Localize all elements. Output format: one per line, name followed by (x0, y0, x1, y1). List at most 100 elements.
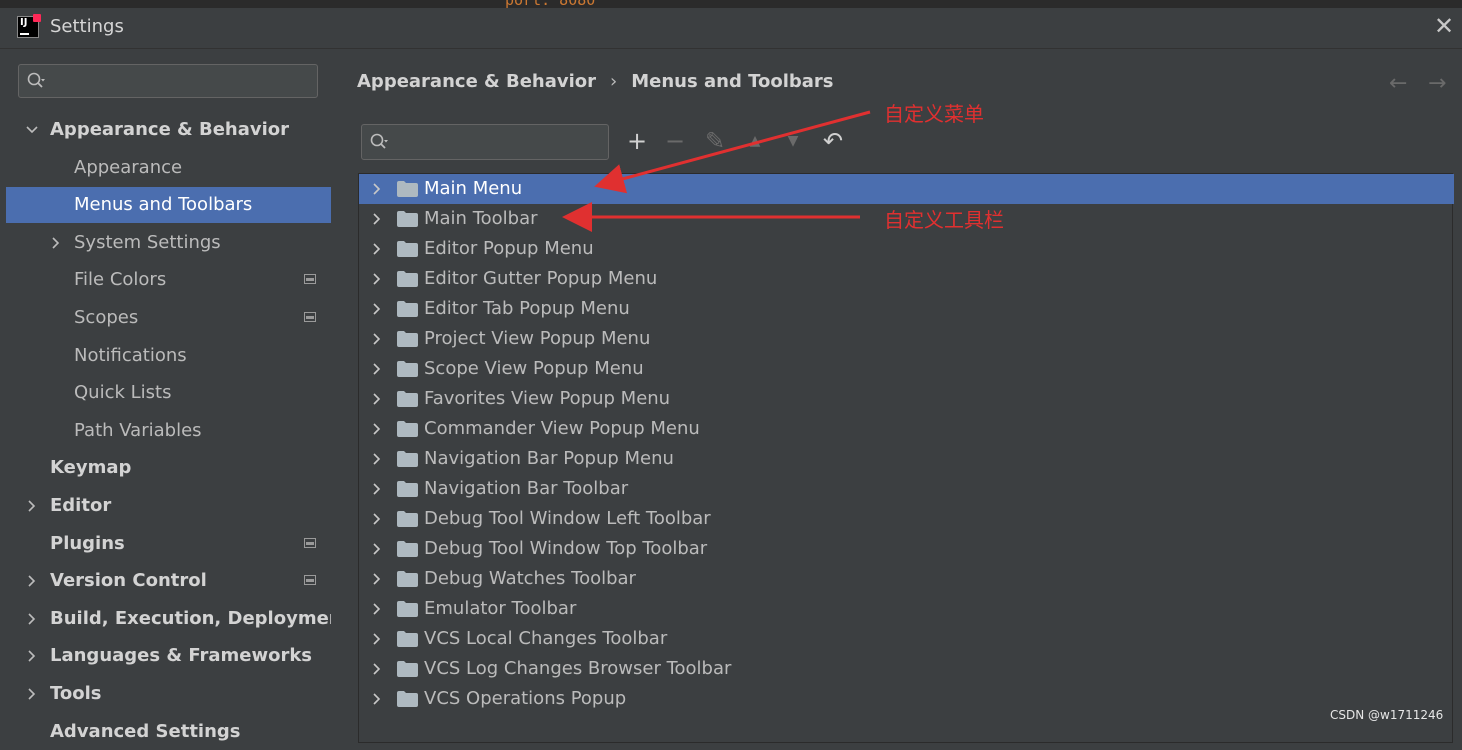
sidebar-item-label: Scopes (74, 307, 139, 328)
chevron-right-icon[interactable] (26, 613, 38, 625)
move-up-icon[interactable]: ▲ (741, 128, 769, 156)
sidebar-item-version-control[interactable]: Version Control (6, 563, 331, 599)
chevron-right-icon[interactable] (371, 573, 383, 585)
folder-icon (397, 571, 418, 587)
chevron-right-icon[interactable] (371, 213, 383, 225)
menu-row[interactable]: VCS Operations Popup (359, 684, 1454, 714)
menu-row[interactable]: Debug Watches Toolbar (359, 564, 1454, 594)
close-icon[interactable]: ✕ (1432, 14, 1456, 38)
title-bar: Settings ✕ (0, 8, 1462, 49)
menu-row[interactable]: Debug Tool Window Left Toolbar (359, 504, 1454, 534)
settings-search-input[interactable] (18, 64, 318, 98)
chevron-right-icon[interactable] (371, 243, 383, 255)
menu-row[interactable]: Favorites View Popup Menu (359, 384, 1454, 414)
menu-row[interactable]: VCS Log Changes Browser Toolbar (359, 654, 1454, 684)
menu-row[interactable]: Project View Popup Menu (359, 324, 1454, 354)
main-panel: Appearance & Behavior › Menus and Toolbars… (331, 49, 1462, 743)
chevron-right-icon[interactable] (371, 423, 383, 435)
folder-icon (397, 511, 418, 527)
menu-row[interactable]: Commander View Popup Menu (359, 414, 1454, 444)
sidebar-item-scopes[interactable]: Scopes (6, 300, 331, 336)
folder-icon (397, 421, 418, 437)
folder-icon (397, 631, 418, 647)
menu-row[interactable]: Main Menu (359, 174, 1454, 204)
chevron-right-icon[interactable] (371, 303, 383, 315)
forward-arrow-icon[interactable]: → (1428, 71, 1446, 96)
menu-row[interactable]: Scope View Popup Menu (359, 354, 1454, 384)
sidebar-item-label: Version Control (50, 570, 207, 592)
sidebar-item-plugins[interactable]: Plugins (6, 526, 331, 562)
menu-row[interactable]: Editor Tab Popup Menu (359, 294, 1454, 324)
sidebar-item-system-settings[interactable]: System Settings (6, 225, 331, 261)
chevron-down-icon[interactable] (26, 124, 38, 136)
breadcrumb-parent[interactable]: Appearance & Behavior (357, 71, 596, 92)
sidebar-item-label: Build, Execution, Deployment (50, 607, 351, 629)
move-down-icon[interactable]: ▼ (779, 128, 807, 156)
menu-row-label: Debug Tool Window Top Toolbar (424, 538, 708, 559)
search-icon (370, 133, 388, 149)
restore-defaults-icon[interactable]: ↶ (819, 128, 847, 156)
menu-row[interactable]: Editor Gutter Popup Menu (359, 264, 1454, 294)
chevron-right-icon[interactable] (371, 363, 383, 375)
chevron-right-icon[interactable] (371, 483, 383, 495)
menu-row-label: Debug Tool Window Left Toolbar (424, 508, 711, 529)
back-arrow-icon[interactable]: ← (1389, 71, 1407, 96)
folder-icon (397, 241, 418, 257)
edit-icon[interactable]: ✎ (701, 128, 729, 156)
chevron-right-icon[interactable] (371, 633, 383, 645)
project-level-icon (304, 312, 316, 322)
sidebar-item-appearance[interactable]: Appearance (6, 150, 331, 186)
chevron-right-icon[interactable] (26, 500, 38, 512)
chevron-right-icon[interactable] (26, 688, 38, 700)
chevron-right-icon[interactable] (50, 237, 62, 249)
menu-row[interactable]: Debug Tool Window Top Toolbar (359, 534, 1454, 564)
sidebar-item-path-variables[interactable]: Path Variables (6, 413, 331, 449)
sidebar-item-tools[interactable]: Tools (6, 676, 331, 712)
remove-icon[interactable]: − (661, 128, 689, 156)
project-level-icon (304, 575, 316, 586)
menu-row-label: Navigation Bar Popup Menu (424, 448, 674, 469)
watermark: CSDN @w1711246 (1330, 708, 1444, 722)
sidebar-item-label: Keymap (50, 457, 132, 479)
folder-icon (397, 391, 418, 407)
chevron-right-icon[interactable] (371, 513, 383, 525)
menu-row[interactable]: VCS Local Changes Toolbar (359, 624, 1454, 654)
chevron-right-icon[interactable] (371, 333, 383, 345)
chevron-right-icon[interactable] (371, 273, 383, 285)
menu-row[interactable]: Editor Popup Menu (359, 234, 1454, 264)
sidebar-item-label: System Settings (74, 231, 221, 253)
chevron-right-icon[interactable] (371, 183, 383, 195)
sidebar-item-quick-lists[interactable]: Quick Lists (6, 375, 331, 411)
chevron-right-icon[interactable] (371, 543, 383, 555)
chevron-right-icon[interactable] (26, 650, 38, 662)
folder-icon (397, 361, 418, 377)
sidebar-item-label: Path Variables (74, 419, 202, 441)
intellij-icon (17, 14, 41, 38)
chevron-right-icon[interactable] (371, 453, 383, 465)
sidebar-item-build-execution-deployment[interactable]: Build, Execution, Deployment (6, 601, 350, 637)
chevron-right-icon[interactable] (371, 393, 383, 405)
chevron-right-icon[interactable] (26, 575, 38, 587)
chevron-right-icon[interactable] (371, 663, 383, 675)
menu-row-label: Main Menu (424, 178, 523, 199)
menu-row[interactable]: Emulator Toolbar (359, 594, 1454, 624)
menu-filter-input[interactable] (361, 124, 609, 160)
sidebar-item-file-colors[interactable]: File Colors (6, 262, 331, 298)
menu-row-label: Emulator Toolbar (424, 598, 577, 619)
sidebar-item-languages-frameworks[interactable]: Languages & Frameworks (6, 638, 331, 674)
sidebar-item-label: Quick Lists (74, 382, 172, 404)
chevron-right-icon[interactable] (371, 693, 383, 705)
menu-row[interactable]: Navigation Bar Popup Menu (359, 444, 1454, 474)
menu-row[interactable]: Navigation Bar Toolbar (359, 474, 1454, 504)
add-icon[interactable]: + (623, 128, 651, 156)
sidebar-item-menus-and-toolbars[interactable]: Menus and Toolbars (6, 187, 331, 224)
sidebar-item-keymap[interactable]: Keymap (6, 450, 331, 486)
sidebar-item-notifications[interactable]: Notifications (6, 338, 331, 374)
sidebar-item-appearance-behavior[interactable]: Appearance & Behavior (6, 112, 331, 148)
editor-background-strip: port: 8080 (0, 0, 1462, 9)
menu-row-label: Editor Tab Popup Menu (424, 298, 630, 319)
window-title: Settings (50, 16, 124, 37)
sidebar-item-editor[interactable]: Editor (6, 488, 331, 524)
chevron-right-icon[interactable] (371, 603, 383, 615)
sidebar-item-label: Notifications (74, 344, 187, 366)
